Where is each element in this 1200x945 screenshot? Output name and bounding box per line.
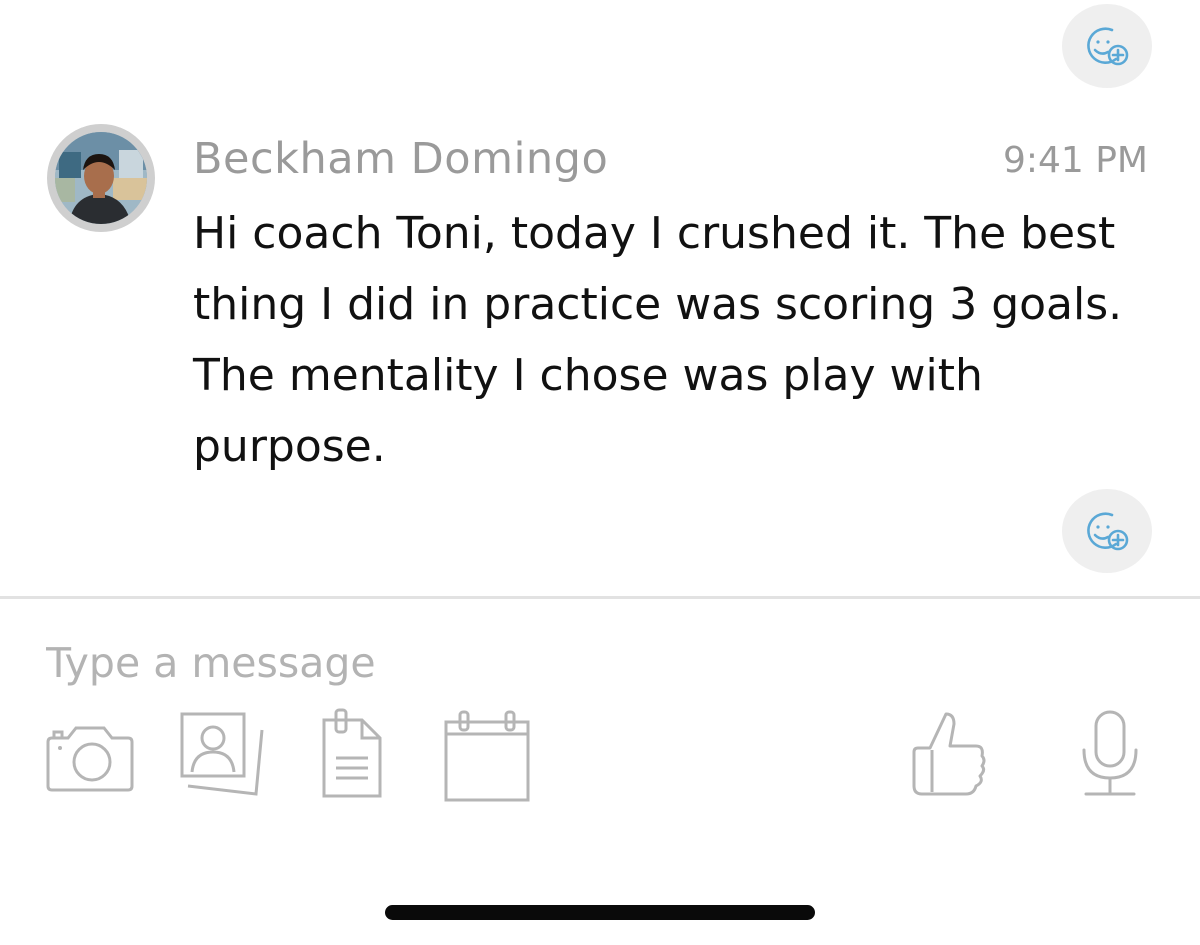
calendar-icon — [444, 710, 530, 802]
chat-screen: Beckham Domingo 9:41 PM Hi coach Toni, t… — [0, 0, 1200, 945]
avatar-photo — [55, 132, 147, 224]
camera-button[interactable] — [44, 716, 136, 796]
thumbs-up-icon — [912, 712, 986, 796]
contacts-button[interactable] — [176, 708, 268, 800]
add-reaction-button-bottom[interactable] — [1062, 489, 1152, 573]
calendar-button[interactable] — [440, 708, 534, 804]
thumbs-up-button[interactable] — [908, 708, 988, 800]
form-button[interactable] — [316, 706, 388, 802]
home-indicator[interactable] — [385, 905, 815, 920]
message-body: Hi coach Toni, today I crushed it. The b… — [193, 208, 1123, 472]
message-timestamp: 9:41 PM — [1002, 140, 1148, 181]
message-input[interactable] — [46, 630, 1146, 696]
composer-divider — [0, 596, 1200, 599]
avatar[interactable] — [47, 124, 155, 232]
microphone-icon — [1082, 710, 1138, 796]
camera-icon — [46, 726, 134, 792]
form-icon — [322, 708, 382, 798]
microphone-button[interactable] — [1076, 708, 1144, 800]
contacts-icon — [180, 712, 264, 796]
add-reaction-button-top[interactable] — [1062, 4, 1152, 88]
add-reaction-icon — [1087, 27, 1129, 66]
add-reaction-icon — [1087, 512, 1129, 551]
sender-name: Beckham Domingo — [193, 134, 609, 184]
